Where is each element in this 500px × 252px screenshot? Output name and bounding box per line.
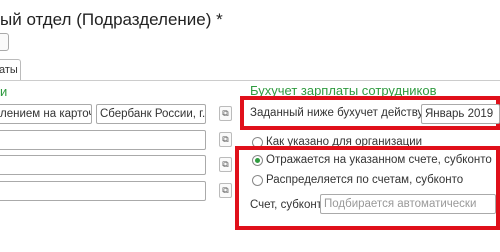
- open-icon[interactable]: ⧉: [219, 132, 232, 147]
- left-section-title: и: [0, 84, 8, 99]
- radio-specified-account[interactable]: [252, 155, 263, 166]
- account-input[interactable]: Подбирается автоматически: [320, 194, 496, 214]
- effective-date-label: Заданный ниже бухучет действует с:: [250, 107, 447, 119]
- tab-accounting[interactable]: аты: [0, 59, 21, 81]
- radio-specified-account-label[interactable]: Отражается на указанном счете, субконто: [266, 154, 492, 166]
- open-icon[interactable]: ⧉: [219, 106, 232, 121]
- tab-divider: [0, 80, 500, 81]
- open-icon[interactable]: ⧉: [219, 183, 232, 198]
- left-field-4[interactable]: [0, 155, 206, 175]
- radio-distributed[interactable]: [252, 175, 263, 186]
- page-title: ый отдел (Подразделение) *: [0, 10, 223, 29]
- bank-field[interactable]: Сбербанк России, г. М: [96, 104, 206, 124]
- payment-method-field[interactable]: лением на карточку: [0, 104, 92, 124]
- left-field-5[interactable]: [0, 181, 206, 201]
- effective-date-input[interactable]: Январь 2019: [421, 104, 500, 124]
- open-icon[interactable]: ⧉: [219, 157, 232, 172]
- left-field-3[interactable]: [0, 130, 206, 150]
- radio-distributed-label[interactable]: Распределяется по счетам, субконто: [266, 174, 463, 186]
- menu-button[interactable]: [0, 33, 9, 51]
